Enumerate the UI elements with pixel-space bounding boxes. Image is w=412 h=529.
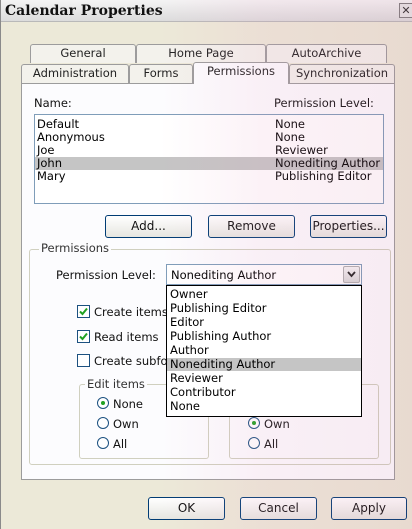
window-title: Calendar Properties [5,3,163,19]
cancel-button[interactable]: Cancel [240,497,317,520]
tab-general[interactable]: General [30,44,136,63]
name-column-header: Name: [34,96,72,110]
tab-autoarchive[interactable]: AutoArchive [266,44,387,63]
edit-items-title: Edit items [85,377,147,391]
delete-own-radio[interactable] [248,417,260,429]
create-items-label: Create items [94,305,168,319]
permission-level-dropdown[interactable]: Owner Publishing Editor Editor Publishin… [166,285,362,417]
edit-none-label: None [113,397,144,411]
read-items-checkbox[interactable] [77,330,90,343]
list-item-name: Mary [37,169,66,183]
edit-all-label: All [113,437,128,451]
calendar-properties-dialog: Calendar Properties ✕ General Home Page … [0,0,412,529]
tab-home-page[interactable]: Home Page [136,44,266,63]
permission-level-value: Nonediting Author [171,268,277,282]
option-contributor[interactable]: Contributor [167,386,361,399]
list-item[interactable]: Mary Publishing Editor [35,170,383,183]
tab-administration[interactable]: Administration [21,64,129,83]
properties-button[interactable]: Properties... [310,215,387,238]
ok-button[interactable]: OK [148,497,225,520]
edit-own-radio[interactable] [97,417,109,429]
delete-all-radio[interactable] [248,437,260,449]
option-nonediting-author[interactable]: Nonediting Author [167,358,361,371]
option-author[interactable]: Author [167,344,361,357]
read-items-label: Read items [94,330,159,344]
remove-button[interactable]: Remove [208,215,295,238]
tab-permissions[interactable]: Permissions [193,62,289,84]
list-item[interactable]: Anonymous None [35,131,383,144]
tab-synchronization[interactable]: Synchronization [289,64,395,83]
delete-own-label: Own [264,417,290,431]
close-icon[interactable]: ✕ [399,3,412,18]
chevron-down-icon[interactable] [343,266,360,283]
permissions-group-title: Permissions [39,241,112,255]
permission-level-select[interactable]: Nonediting Author [166,264,362,285]
permission-level-column-header: Permission Level: [274,96,374,110]
permission-level-label: Permission Level: [56,268,156,282]
add-button[interactable]: Add... [105,215,192,238]
edit-all-radio[interactable] [97,437,109,449]
list-item-level: Publishing Editor [275,169,372,183]
delete-all-label: All [264,437,279,451]
option-none[interactable]: None [167,400,361,413]
option-owner[interactable]: Owner [167,288,361,301]
option-reviewer[interactable]: Reviewer [167,372,361,385]
option-publishing-editor[interactable]: Publishing Editor [167,302,361,315]
edit-own-label: Own [113,417,139,431]
apply-button[interactable]: Apply [331,497,407,520]
edit-none-radio[interactable] [97,397,109,409]
create-subfolders-label: Create subfol [94,354,171,368]
tab-forms[interactable]: Forms [129,64,193,83]
create-items-checkbox[interactable] [77,305,90,318]
option-editor[interactable]: Editor [167,316,361,329]
title-bar: Calendar Properties ✕ [1,0,412,22]
option-publishing-author[interactable]: Publishing Author [167,330,361,343]
create-subfolders-checkbox[interactable] [77,354,90,367]
user-permissions-list[interactable]: Default None Anonymous None Joe Reviewer… [34,114,384,204]
